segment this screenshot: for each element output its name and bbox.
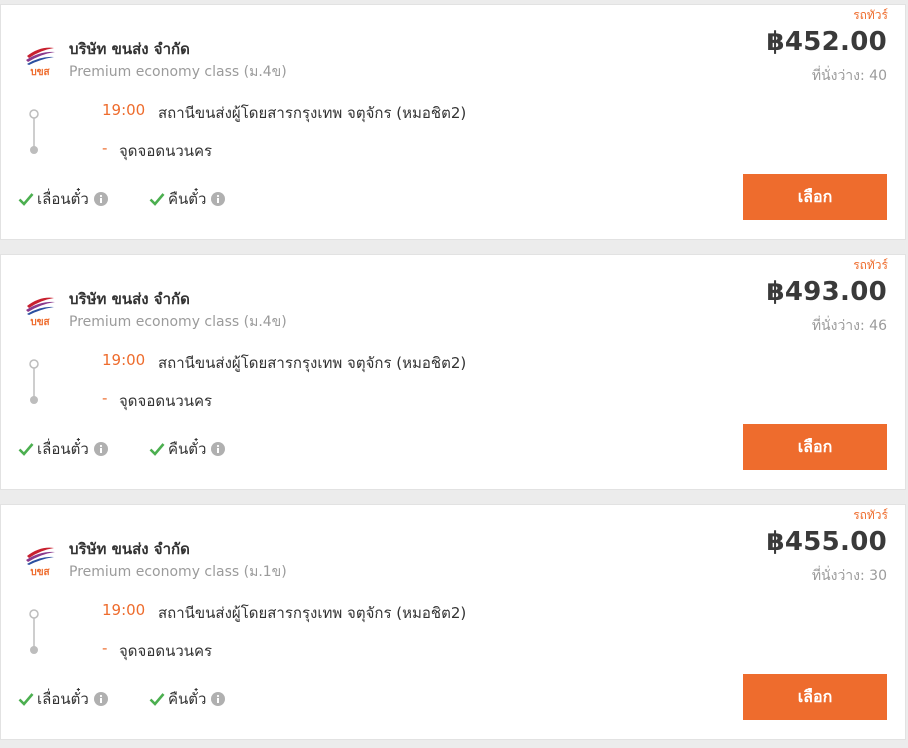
check-icon	[18, 693, 34, 706]
departure-station: สถานีขนส่งผู้โดยสารกรุงเทพ จตุจักร (หมอช…	[158, 104, 467, 122]
info-icon[interactable]	[93, 192, 108, 206]
route-timeline-icon	[29, 609, 39, 654]
departure-time: 19:00	[102, 601, 146, 619]
feature-reschedule: เลื่อนตั๋ว	[18, 187, 108, 211]
info-icon[interactable]	[211, 192, 226, 206]
trip-card: รถทัวร์ บขส บริษัท ขนส่ง จำกัด Premium e…	[0, 504, 906, 740]
check-icon	[149, 443, 165, 456]
company-name: บริษัท ขนส่ง จำกัด	[69, 290, 190, 308]
bks-logo-icon: บขส	[26, 47, 55, 76]
route-timeline-icon	[29, 109, 39, 154]
svg-text:บขส: บขส	[30, 567, 50, 576]
seats-available: ที่นั่งว่าง: 46	[811, 318, 887, 334]
feature-reschedule: เลื่อนตั๋ว	[18, 437, 108, 461]
company-name: บริษัท ขนส่ง จำกัด	[69, 40, 190, 58]
feature-label: เลื่อนตั๋ว	[37, 440, 89, 458]
company-name: บริษัท ขนส่ง จำกัด	[69, 540, 190, 558]
svg-text:บขส: บขส	[30, 317, 50, 326]
info-icon[interactable]	[93, 692, 108, 706]
feature-label: คืนตั๋ว	[168, 440, 207, 458]
feature-label: คืนตั๋ว	[168, 190, 207, 208]
select-button[interactable]: เลือก	[743, 174, 887, 220]
arrival-time: -	[102, 389, 108, 407]
feature-reschedule: เลื่อนตั๋ว	[18, 687, 108, 711]
feature-refund: คืนตั๋ว	[149, 187, 226, 211]
feature-refund: คืนตั๋ว	[149, 687, 226, 711]
feature-label: คืนตั๋ว	[168, 690, 207, 708]
departure-time: 19:00	[102, 351, 146, 369]
ticket-price: ฿452.00	[766, 27, 887, 57]
info-icon[interactable]	[211, 442, 226, 456]
feature-refund: คืนตั๋ว	[149, 437, 226, 461]
trip-card: รถทัวร์ บขส บริษัท ขนส่ง จำกัด Premium e…	[0, 254, 906, 490]
arrival-station: จุดจอดนวนคร	[119, 392, 213, 410]
bus-type-tag: รถทัวร์	[853, 258, 888, 272]
arrival-station: จุดจอดนวนคร	[119, 642, 213, 660]
seats-available: ที่นั่งว่าง: 30	[811, 568, 887, 584]
arrival-time: -	[102, 139, 108, 157]
arrival-station: จุดจอดนวนคร	[119, 142, 213, 160]
route-timeline-icon	[29, 359, 39, 404]
svg-text:บขส: บขส	[30, 67, 50, 76]
info-icon[interactable]	[211, 692, 226, 706]
bus-class: Premium economy class (ม.1ข)	[69, 564, 287, 580]
bus-type-tag: รถทัวร์	[853, 8, 888, 22]
select-button[interactable]: เลือก	[743, 674, 887, 720]
info-icon[interactable]	[93, 442, 108, 456]
ticket-price: ฿493.00	[766, 277, 887, 307]
departure-station: สถานีขนส่งผู้โดยสารกรุงเทพ จตุจักร (หมอช…	[158, 604, 467, 622]
feature-label: เลื่อนตั๋ว	[37, 190, 89, 208]
check-icon	[149, 693, 165, 706]
seats-available: ที่นั่งว่าง: 40	[811, 68, 887, 84]
select-button[interactable]: เลือก	[743, 424, 887, 470]
arrival-time: -	[102, 639, 108, 657]
bus-type-tag: รถทัวร์	[853, 508, 888, 522]
check-icon	[18, 193, 34, 206]
ticket-price: ฿455.00	[766, 527, 887, 557]
check-icon	[18, 443, 34, 456]
trip-card: รถทัวร์ บขส บริษัท ขนส่ง จำกัด Premium e…	[0, 4, 906, 240]
bks-logo-icon: บขส	[26, 297, 55, 326]
departure-station: สถานีขนส่งผู้โดยสารกรุงเทพ จตุจักร (หมอช…	[158, 354, 467, 372]
bus-class: Premium economy class (ม.4ข)	[69, 314, 287, 330]
feature-label: เลื่อนตั๋ว	[37, 690, 89, 708]
trip-list: รถทัวร์ บขส บริษัท ขนส่ง จำกัด Premium e…	[0, 0, 908, 748]
bus-class: Premium economy class (ม.4ข)	[69, 64, 287, 80]
check-icon	[149, 193, 165, 206]
bks-logo-icon: บขส	[26, 547, 55, 576]
departure-time: 19:00	[102, 101, 146, 119]
